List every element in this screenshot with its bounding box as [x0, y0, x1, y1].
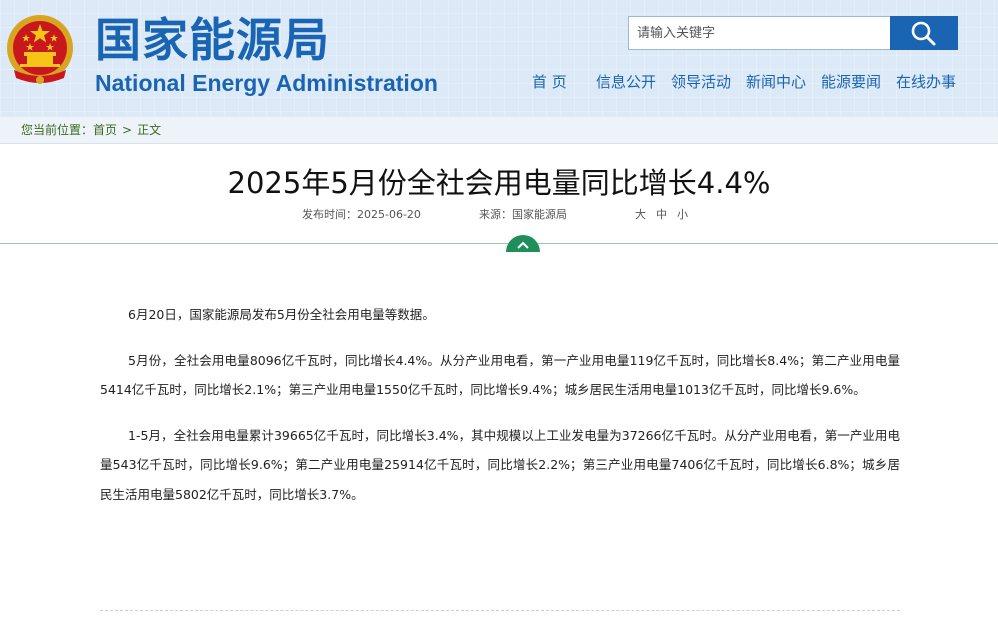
search-input[interactable] [628, 16, 890, 50]
nav-online-services[interactable]: 在线办事 [896, 71, 962, 93]
site-header: 国家能源局 National Energy Administration 首 页… [0, 0, 998, 117]
nav-energy-news[interactable]: 能源要闻 [821, 71, 896, 93]
paragraph: 5月份，全社会用电量8096亿千瓦时，同比增长4.4%。从分产业用电看，第一产业… [100, 352, 900, 398]
article-meta: 发布时间：2025-06-20 来源：国家能源局 大中小 [0, 206, 998, 222]
breadcrumb-label: 您当前位置： [21, 123, 94, 137]
nav-info-disclosure[interactable]: 信息公开 [596, 71, 671, 93]
article-source: 来源：国家能源局 [479, 208, 567, 221]
nav-news-center[interactable]: 新闻中心 [746, 71, 821, 93]
main-nav: 首 页 信息公开 领导活动 新闻中心 能源要闻 在线办事 [532, 71, 962, 93]
collapse-toggle-button[interactable] [506, 235, 540, 252]
nav-leadership-activities[interactable]: 领导活动 [671, 71, 746, 93]
font-size-large[interactable]: 大 [635, 208, 646, 221]
breadcrumb-separator-icon: > [122, 123, 133, 137]
content-bottom-divider [100, 610, 900, 611]
search-box [628, 16, 958, 50]
breadcrumb-current: 正文 [137, 123, 162, 137]
site-title-cn[interactable]: 国家能源局 [95, 12, 330, 68]
publish-time: 发布时间：2025-06-20 [302, 208, 421, 221]
font-size-controls: 大中小 [635, 206, 698, 222]
article-header: 2025年5月份全社会用电量同比增长4.4% 发布时间：2025-06-20 来… [0, 144, 998, 254]
paragraph: 1-5月，全社会用电量累计39665亿千瓦时，同比增长3.4%，其中规模以上工业… [100, 427, 900, 502]
header-divider [0, 243, 998, 244]
search-icon [911, 21, 936, 46]
paragraph: 6月20日，国家能源局发布5月份全社会用电量等数据。 [128, 307, 435, 322]
font-size-medium[interactable]: 中 [656, 208, 667, 221]
font-size-small[interactable]: 小 [677, 208, 688, 221]
national-emblem-icon[interactable] [4, 12, 76, 88]
breadcrumb-home-link[interactable]: 首页 [93, 123, 117, 137]
site-title-en[interactable]: National Energy Administration [95, 69, 438, 97]
article-title: 2025年5月份全社会用电量同比增长4.4% [227, 166, 771, 200]
article-body: 6月20日，国家能源局发布5月份全社会用电量等数据。 5月份，全社会用电量809… [100, 300, 900, 525]
nav-home[interactable]: 首 页 [532, 71, 596, 93]
breadcrumb: 您当前位置：首页 > 正文 [0, 117, 998, 144]
chevron-up-icon [517, 241, 529, 249]
search-button[interactable] [890, 16, 958, 50]
